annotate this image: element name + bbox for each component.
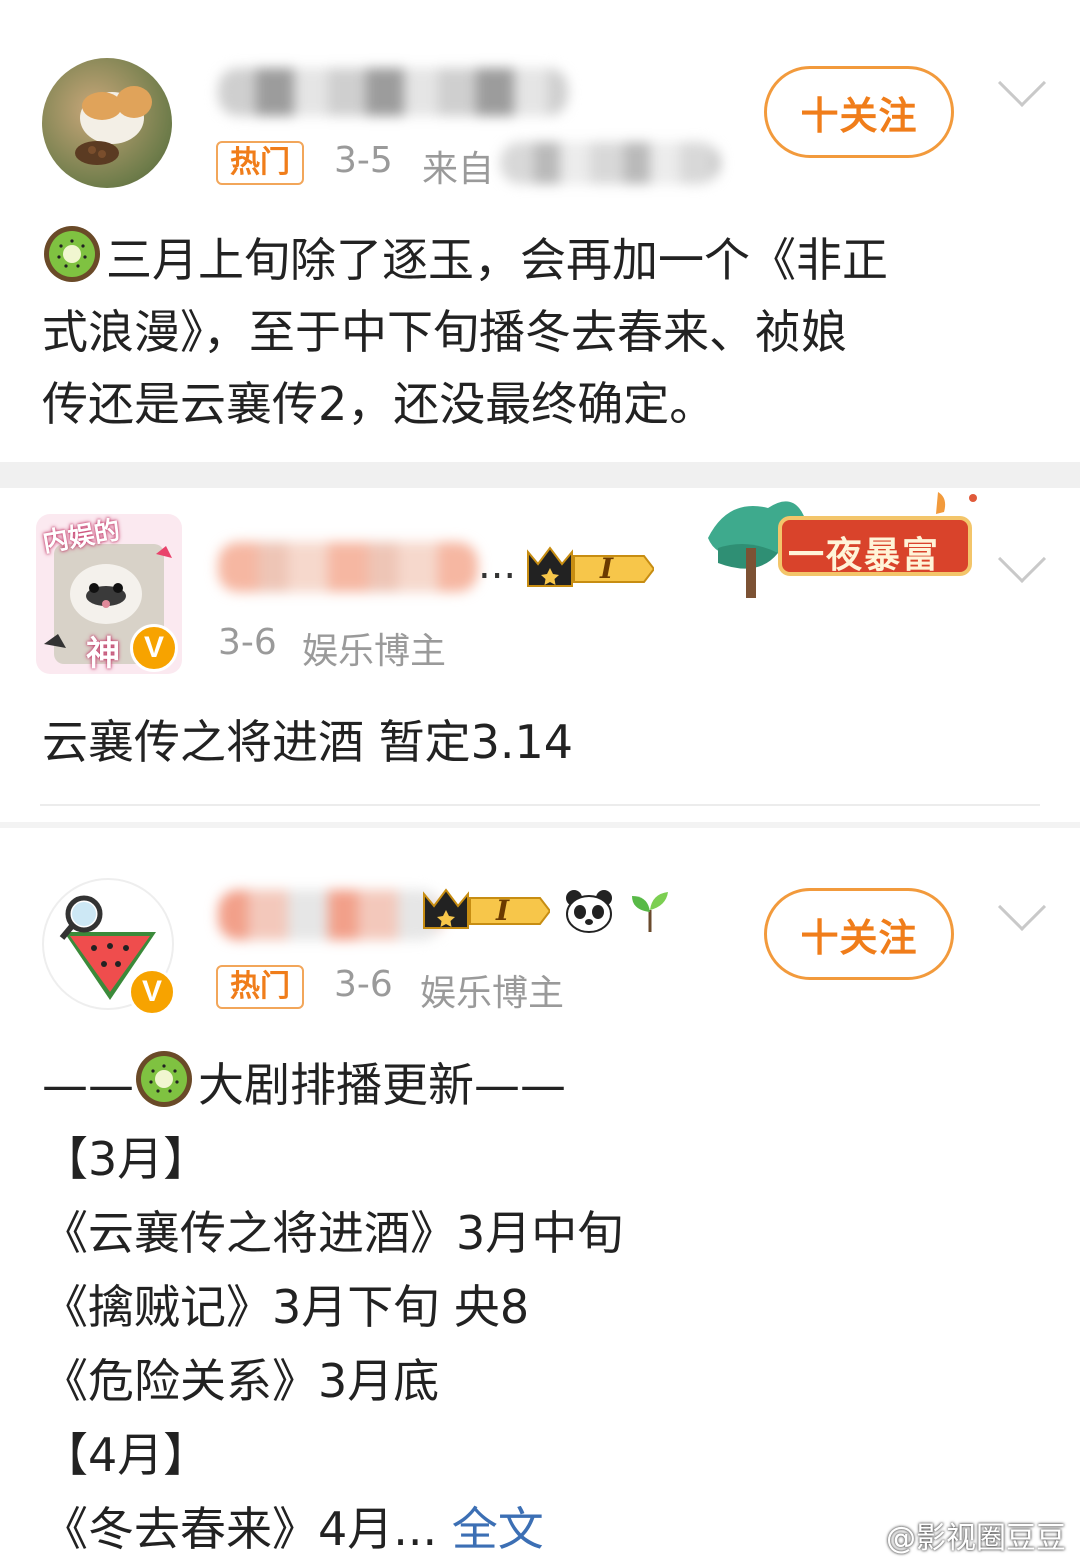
panda-icon	[566, 890, 612, 933]
name-ellipsis: ...	[478, 542, 517, 588]
post-content: 云襄传之将进酒 暂定3.14	[42, 706, 573, 778]
vip-level: I	[496, 894, 510, 927]
author-role: 娱乐博主	[420, 973, 565, 1014]
post-1: 热门 3-5 来自 十关注 三月上旬除了逐玉，会再加一个《非正 式浪漫》，至于中…	[0, 0, 1080, 462]
post-date: 3-6	[218, 622, 277, 663]
content-line: 《擒贼记》3月下旬 央8	[42, 1280, 530, 1334]
content-line: 大剧排播更新——	[198, 1058, 566, 1112]
hot-tag: 热门	[216, 965, 304, 1009]
content-line: 《云襄传之将进酒》3月中旬	[42, 1206, 624, 1260]
hot-tag: 热门	[216, 141, 304, 185]
post-date: 3-6	[334, 964, 393, 1005]
content-line: 【3月】	[42, 1132, 210, 1186]
cat-photo	[75, 86, 152, 165]
content-line: 《冬去春来》4月...	[42, 1502, 438, 1556]
post-separator	[0, 462, 1080, 488]
watermark-text: @影视圈豆豆	[886, 1521, 1066, 1556]
username-blurred[interactable]	[218, 890, 442, 940]
username-blurred[interactable]	[218, 542, 478, 592]
vip-level: I	[600, 552, 614, 585]
sprout-icon	[632, 892, 668, 932]
username-blurred[interactable]	[218, 68, 568, 116]
source-blurred	[500, 142, 720, 184]
source-prefix: 来自	[422, 149, 495, 190]
content-line: 【4月】	[42, 1428, 210, 1482]
post-3: V I 十关注 热门 3-6 娱乐博主 —— 大剧排播更新—— 【3月】 《云襄…	[0, 828, 1080, 1563]
full-text-link[interactable]: 全文	[452, 1502, 544, 1556]
chevron-down-icon[interactable]	[997, 58, 1047, 108]
post-content: 三月上旬除了逐玉，会再加一个《非正 式浪漫》，至于中下旬播冬去春来、祯娘 传还是…	[42, 224, 888, 440]
verified-v-icon: V	[130, 624, 178, 672]
crown-icon: I	[420, 884, 552, 942]
content-line: 传还是云襄传2，还没最终确定。	[42, 377, 716, 431]
watermark: @影视圈豆豆	[840, 1513, 1066, 1557]
post-2: 内娱的 神 V ... I 一夜暴富 3-6 娱乐博主 云襄传之将进酒 暂定3.…	[0, 488, 1080, 822]
weibo-logo-icon	[841, 1524, 875, 1551]
avatar-caption-bottom: 神	[86, 634, 120, 674]
chevron-down-icon[interactable]	[997, 882, 1047, 932]
content-line: 《危险关系》3月底	[42, 1354, 440, 1408]
verified-v-icon: V	[128, 968, 176, 1016]
author-role: 娱乐博主	[302, 631, 447, 672]
post-date: 3-5	[334, 140, 393, 181]
kiwi-emoji-icon	[136, 1051, 192, 1107]
kiwi-emoji-icon	[44, 226, 100, 282]
fortune-banner[interactable]: 一夜暴富	[688, 488, 988, 604]
post-content: —— 大剧排播更新—— 【3月】 《云襄传之将进酒》3月中旬 《擒贼记》3月下旬…	[42, 1048, 623, 1563]
divider	[40, 804, 1040, 806]
content-line: ——	[42, 1058, 134, 1112]
content-line: 式浪漫》，至于中下旬播冬去春来、祯娘	[42, 305, 847, 359]
banner-text: 一夜暴富	[788, 534, 941, 576]
content-line: 云襄传之将进酒 暂定3.14	[42, 715, 574, 769]
avatar[interactable]	[42, 58, 172, 188]
chevron-down-icon[interactable]	[997, 534, 1047, 584]
content-line: 三月上旬除了逐玉，会再加一个《非正	[106, 233, 888, 287]
follow-button[interactable]: 十关注	[764, 66, 954, 158]
crown-icon: I	[524, 542, 656, 600]
follow-button[interactable]: 十关注	[764, 888, 954, 980]
